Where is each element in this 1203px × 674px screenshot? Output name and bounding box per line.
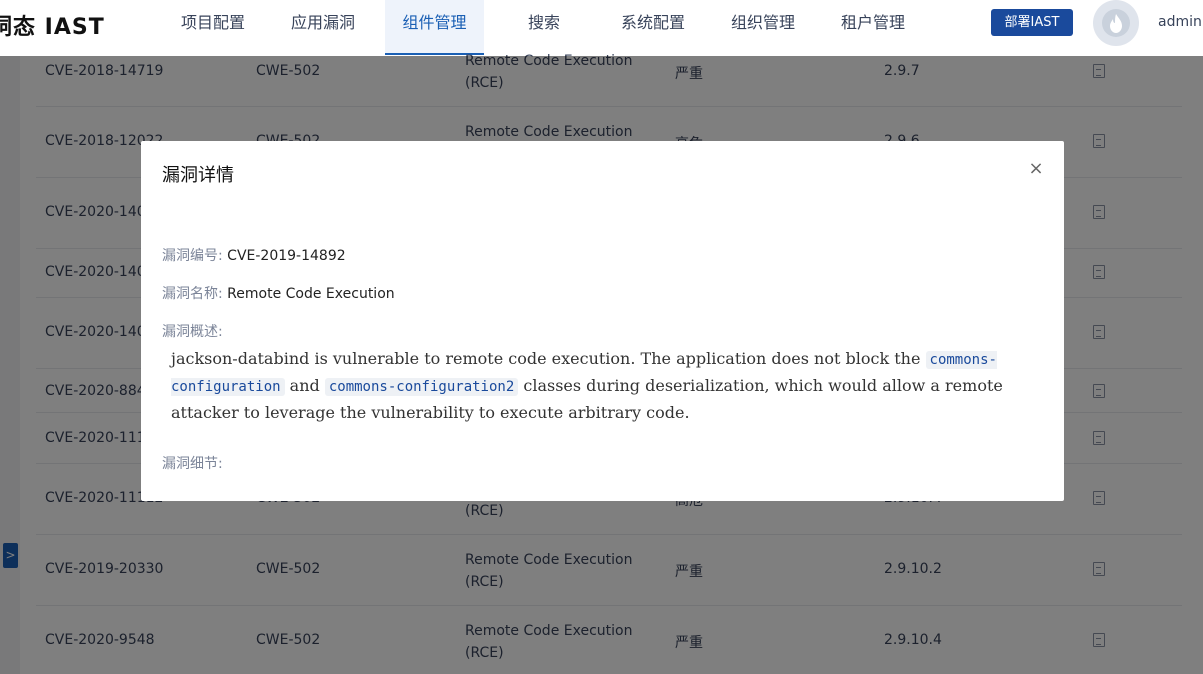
summary-text-part: jackson-databind is vulnerable to remote… bbox=[171, 349, 926, 368]
vuln-id-value: CVE-2019-14892 bbox=[227, 248, 346, 264]
nav-item-tenant-management[interactable]: 租户管理 bbox=[828, 0, 918, 55]
vuln-summary-field: 漏洞概述: bbox=[162, 321, 223, 341]
vuln-detail-label: 漏洞细节: bbox=[162, 456, 223, 472]
nav-item-search[interactable]: 搜索 bbox=[510, 0, 578, 55]
username[interactable]: admin bbox=[1158, 14, 1202, 30]
dialog-title: 漏洞详情 bbox=[162, 165, 234, 186]
vuln-name-value: Remote Code Execution bbox=[227, 286, 395, 302]
nav-item-components[interactable]: 组件管理 bbox=[385, 0, 484, 55]
app-logo[interactable]: 洞态 IAST bbox=[0, 9, 105, 41]
deploy-iast-button[interactable]: 部署IAST bbox=[991, 9, 1073, 36]
vuln-id-label: 漏洞编号: bbox=[162, 248, 223, 264]
nav-item-project-config[interactable]: 项目配置 bbox=[168, 0, 258, 55]
nav-item-system-config[interactable]: 系统配置 bbox=[608, 0, 698, 55]
vuln-summary-label: 漏洞概述: bbox=[162, 324, 223, 340]
avatar[interactable] bbox=[1093, 0, 1139, 46]
nav-item-app-vulns[interactable]: 应用漏洞 bbox=[278, 0, 368, 55]
vuln-name-field: 漏洞名称: Remote Code Execution bbox=[162, 283, 395, 303]
inline-code: commons-configuration2 bbox=[324, 378, 519, 396]
vuln-summary-text: jackson-databind is vulnerable to remote… bbox=[171, 346, 1046, 426]
vuln-detail-dialog: 漏洞详情 × 漏洞编号: CVE-2019-14892 漏洞名称: Remote… bbox=[141, 141, 1064, 501]
nav-item-org-management[interactable]: 组织管理 bbox=[718, 0, 808, 55]
close-icon[interactable]: × bbox=[1027, 160, 1045, 178]
flame-avatar-icon bbox=[1102, 9, 1130, 37]
top-navbar: 洞态 IAST 项目配置 应用漏洞 组件管理 搜索 系统配置 组织管理 租户管理… bbox=[0, 0, 1203, 56]
vuln-id-field: 漏洞编号: CVE-2019-14892 bbox=[162, 245, 346, 265]
summary-text-part: and bbox=[284, 376, 325, 395]
vuln-detail-field: 漏洞细节: bbox=[162, 453, 223, 473]
vuln-name-label: 漏洞名称: bbox=[162, 286, 223, 302]
